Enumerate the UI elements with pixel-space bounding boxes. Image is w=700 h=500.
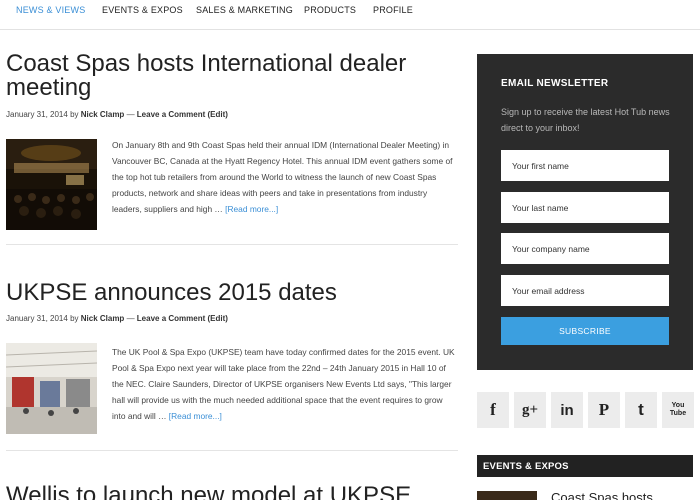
post-by: by <box>70 110 79 119</box>
meta-dash: — <box>126 110 135 119</box>
post-excerpt: The UK Pool & Spa Expo (UKPSE) team have… <box>112 344 458 424</box>
top-navigation: NEWS & VIEWS EVENTS & EXPOS SALES & MARK… <box>0 0 700 30</box>
newsletter-description: Sign up to receive the latest Hot Tub ne… <box>501 107 670 133</box>
first-name-field[interactable]: Your first name <box>501 150 669 181</box>
post-meta: January 31, 2014 by Nick Clamp — Leave a… <box>6 110 228 119</box>
linkedin-icon[interactable]: in <box>551 392 583 428</box>
nav-profile[interactable]: PROFILE <box>373 5 413 15</box>
post-thumbnail-expo-hall[interactable] <box>6 343 97 434</box>
read-more-link[interactable]: [Read more...] <box>169 411 222 421</box>
nav-news-views[interactable]: NEWS & VIEWS <box>16 5 85 15</box>
post-date: January 31, 2014 <box>6 314 68 323</box>
excerpt-text: On January 8th and 9th Coast Spas held t… <box>112 140 453 215</box>
last-name-field[interactable]: Your last name <box>501 192 669 223</box>
post-title[interactable]: UKPSE announces 2015 dates <box>6 281 446 305</box>
post-article: UKPSE announces 2015 dates January 31, 2… <box>6 281 458 434</box>
email-field[interactable]: Your email address <box>501 275 669 306</box>
post-author-link[interactable]: Nick Clamp <box>81 110 125 119</box>
edit-link[interactable]: (Edit) <box>208 110 228 119</box>
post-excerpt: On January 8th and 9th Coast Spas held t… <box>112 137 458 217</box>
leave-comment-link[interactable]: Leave a Comment <box>137 110 205 119</box>
post-title[interactable]: Wellis to launch new model at UKPSE <box>6 484 466 500</box>
nav-events-expos[interactable]: EVENTS & EXPOS <box>102 5 183 15</box>
events-item-title[interactable]: Coast Spas hosts <box>551 490 653 500</box>
excerpt-text: The UK Pool & Spa Expo (UKPSE) team have… <box>112 347 455 422</box>
post-meta: January 31, 2014 by Nick Clamp — Leave a… <box>6 314 228 323</box>
post-by: by <box>70 314 79 323</box>
google-plus-icon[interactable]: g+ <box>514 392 546 428</box>
post-divider <box>6 450 458 451</box>
post-title[interactable]: Coast Spas hosts International dealer me… <box>6 52 426 100</box>
post-divider <box>6 244 458 245</box>
meta-dash: — <box>126 314 135 323</box>
post-thumbnail-conference[interactable] <box>6 139 97 230</box>
post-author-link[interactable]: Nick Clamp <box>81 314 125 323</box>
post-article: Wellis to launch new model at UKPSE <box>6 484 458 500</box>
events-item-thumbnail[interactable] <box>477 491 537 500</box>
pinterest-icon[interactable]: P <box>588 392 620 428</box>
post-article: Coast Spas hosts International dealer me… <box>6 52 458 230</box>
events-widget-title: EVENTS & EXPOS <box>477 455 693 477</box>
twitter-icon[interactable]: t <box>625 392 657 428</box>
post-date: January 31, 2014 <box>6 110 68 119</box>
newsletter-title: EMAIL NEWSLETTER <box>501 78 609 89</box>
company-name-field[interactable]: Your company name <box>501 233 669 264</box>
leave-comment-link[interactable]: Leave a Comment <box>137 314 205 323</box>
edit-link[interactable]: (Edit) <box>208 314 228 323</box>
read-more-link[interactable]: [Read more...] <box>225 204 278 214</box>
nav-products[interactable]: PRODUCTS <box>304 5 356 15</box>
subscribe-button[interactable]: SUBSCRIBE <box>501 317 669 345</box>
youtube-icon[interactable]: You Tube <box>662 392 694 428</box>
email-newsletter-widget: EMAIL NEWSLETTER Sign up to receive the … <box>477 54 693 370</box>
nav-sales-marketing[interactable]: SALES & MARKETING <box>196 5 293 15</box>
facebook-icon[interactable]: f <box>477 392 509 428</box>
